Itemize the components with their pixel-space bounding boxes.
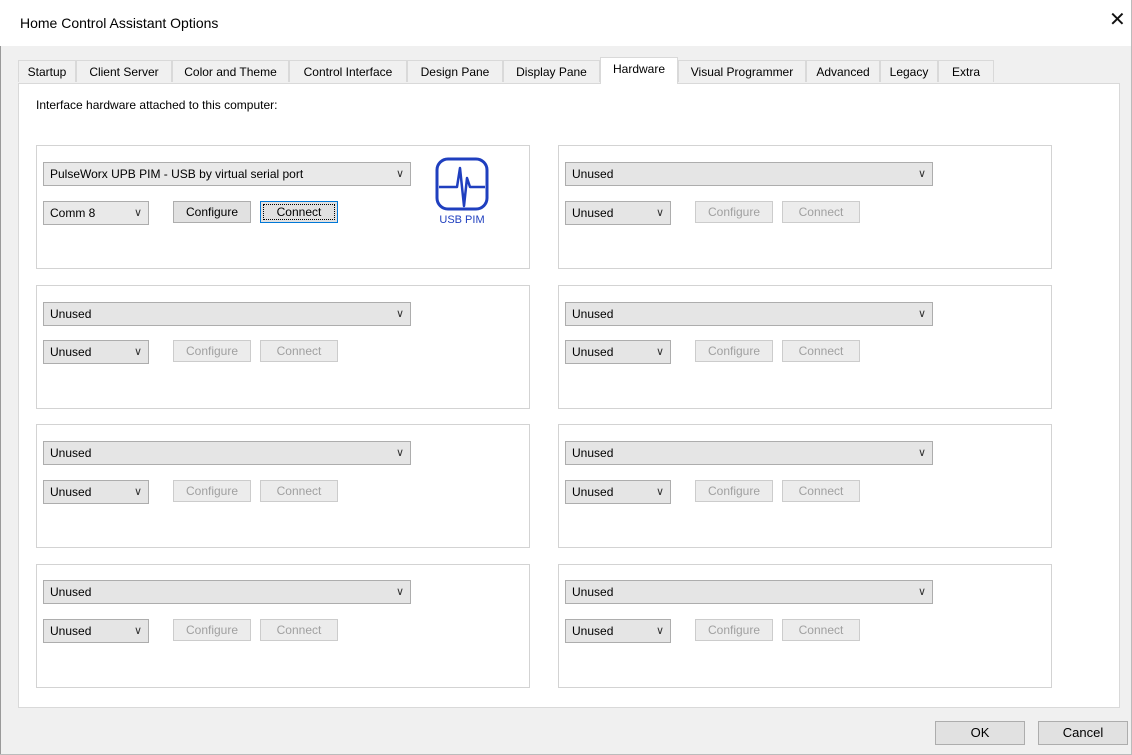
interface-select-6[interactable]: Unused ∨ bbox=[565, 441, 933, 465]
port-select-1[interactable]: Comm 8 ∨ bbox=[43, 201, 149, 225]
chevron-down-icon: ∨ bbox=[133, 625, 142, 637]
connect-button-6[interactable]: Connect bbox=[782, 480, 860, 502]
interface-select-value: Unused bbox=[50, 307, 92, 321]
interface-select-5[interactable]: Unused ∨ bbox=[43, 441, 411, 465]
configure-button-4[interactable]: Configure bbox=[695, 340, 773, 362]
port-select-6[interactable]: Unused ∨ bbox=[565, 480, 671, 504]
interface-select-4[interactable]: Unused ∨ bbox=[565, 302, 933, 326]
interface-select-value: PulseWorx UPB PIM - USB by virtual seria… bbox=[50, 167, 304, 181]
chevron-down-icon: ∨ bbox=[395, 447, 404, 459]
port-select-4[interactable]: Unused ∨ bbox=[565, 340, 671, 364]
chevron-down-icon: ∨ bbox=[917, 586, 926, 598]
chevron-down-icon: ∨ bbox=[133, 207, 142, 219]
tab-extra[interactable]: Extra bbox=[938, 60, 994, 82]
hardware-intro-label: Interface hardware attached to this comp… bbox=[36, 98, 278, 112]
interface-select-value: Unused bbox=[50, 446, 92, 460]
chevron-down-icon: ∨ bbox=[655, 625, 664, 637]
configure-button-5[interactable]: Configure bbox=[173, 480, 251, 502]
chevron-down-icon: ∨ bbox=[655, 207, 664, 219]
port-select-8[interactable]: Unused ∨ bbox=[565, 619, 671, 643]
tab-advanced[interactable]: Advanced bbox=[806, 60, 880, 82]
interface-select-value: Unused bbox=[572, 446, 614, 460]
chevron-down-icon: ∨ bbox=[395, 308, 404, 320]
port-select-value: Comm 8 bbox=[50, 206, 96, 220]
ok-button[interactable]: OK bbox=[935, 721, 1025, 745]
interface-select-value: Unused bbox=[572, 167, 614, 181]
tab-legacy[interactable]: Legacy bbox=[880, 60, 938, 82]
interface-select-1[interactable]: PulseWorx UPB PIM - USB by virtual seria… bbox=[43, 162, 411, 186]
tab-display-pane[interactable]: Display Pane bbox=[503, 60, 600, 82]
tab-hardware[interactable]: Hardware bbox=[600, 57, 678, 84]
port-select-value: Unused bbox=[50, 345, 92, 359]
connect-button-7[interactable]: Connect bbox=[260, 619, 338, 641]
port-select-value: Unused bbox=[572, 485, 614, 499]
configure-button-8[interactable]: Configure bbox=[695, 619, 773, 641]
tab-color-and-theme[interactable]: Color and Theme bbox=[172, 60, 289, 82]
port-select-value: Unused bbox=[572, 624, 614, 638]
connect-button-1[interactable]: Connect bbox=[260, 201, 338, 223]
tab-control-interface[interactable]: Control Interface bbox=[289, 60, 407, 82]
chevron-down-icon: ∨ bbox=[655, 346, 664, 358]
tab-design-pane[interactable]: Design Pane bbox=[407, 60, 503, 82]
connect-button-2[interactable]: Connect bbox=[782, 201, 860, 223]
port-select-3[interactable]: Unused ∨ bbox=[43, 340, 149, 364]
interface-select-2[interactable]: Unused ∨ bbox=[565, 162, 933, 186]
port-select-value: Unused bbox=[50, 485, 92, 499]
tab-startup[interactable]: Startup bbox=[18, 60, 76, 82]
connect-button-8[interactable]: Connect bbox=[782, 619, 860, 641]
connect-button-4[interactable]: Connect bbox=[782, 340, 860, 362]
port-select-value: Unused bbox=[572, 345, 614, 359]
chevron-down-icon: ∨ bbox=[655, 486, 664, 498]
configure-button-7[interactable]: Configure bbox=[173, 619, 251, 641]
interface-select-value: Unused bbox=[50, 585, 92, 599]
configure-button-6[interactable]: Configure bbox=[695, 480, 773, 502]
configure-button-3[interactable]: Configure bbox=[173, 340, 251, 362]
connect-button-3[interactable]: Connect bbox=[260, 340, 338, 362]
tab-visual-programmer[interactable]: Visual Programmer bbox=[678, 60, 806, 82]
port-select-5[interactable]: Unused ∨ bbox=[43, 480, 149, 504]
interface-select-value: Unused bbox=[572, 307, 614, 321]
connect-button-5[interactable]: Connect bbox=[260, 480, 338, 502]
chevron-down-icon: ∨ bbox=[395, 586, 404, 598]
port-select-value: Unused bbox=[572, 206, 614, 220]
port-select-7[interactable]: Unused ∨ bbox=[43, 619, 149, 643]
chevron-down-icon: ∨ bbox=[395, 168, 404, 180]
window-left-border bbox=[0, 46, 1, 755]
port-select-2[interactable]: Unused ∨ bbox=[565, 201, 671, 225]
interface-select-7[interactable]: Unused ∨ bbox=[43, 580, 411, 604]
tab-client-server[interactable]: Client Server bbox=[76, 60, 172, 82]
chevron-down-icon: ∨ bbox=[917, 168, 926, 180]
interface-select-value: Unused bbox=[572, 585, 614, 599]
chevron-down-icon: ∨ bbox=[917, 447, 926, 459]
configure-button-2[interactable]: Configure bbox=[695, 201, 773, 223]
title-bar: Home Control Assistant Options ✕ bbox=[0, 0, 1132, 46]
chevron-down-icon: ∨ bbox=[133, 486, 142, 498]
configure-button-1[interactable]: Configure bbox=[173, 201, 251, 223]
usb-pim-label: USB PIM bbox=[439, 214, 485, 226]
interface-select-8[interactable]: Unused ∨ bbox=[565, 580, 933, 604]
close-icon[interactable]: ✕ bbox=[1109, 10, 1126, 30]
cancel-button[interactable]: Cancel bbox=[1038, 721, 1128, 745]
chevron-down-icon: ∨ bbox=[917, 308, 926, 320]
chevron-down-icon: ∨ bbox=[133, 346, 142, 358]
interface-select-3[interactable]: Unused ∨ bbox=[43, 302, 411, 326]
window-title: Home Control Assistant Options bbox=[20, 15, 219, 31]
port-select-value: Unused bbox=[50, 624, 92, 638]
